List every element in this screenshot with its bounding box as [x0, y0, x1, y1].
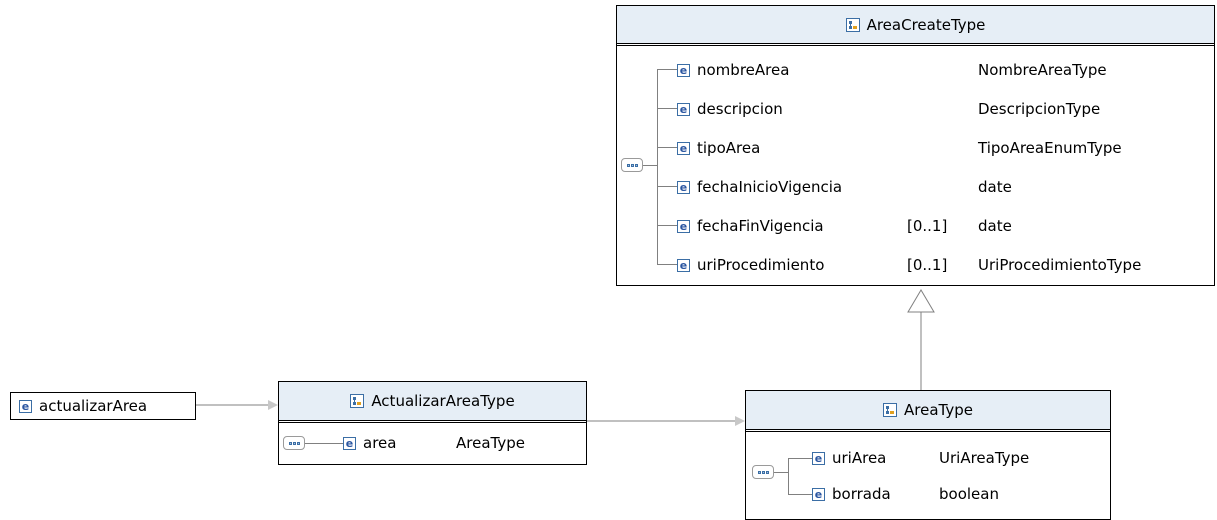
tree-line [643, 165, 657, 166]
element-icon: e [677, 180, 690, 194]
element-icon: e [19, 399, 32, 413]
sequence-compositor-icon[interactable] [621, 158, 643, 172]
sequence-compositor-icon[interactable] [283, 436, 305, 450]
tree-branch [657, 69, 677, 70]
element-row[interactable]: e area [343, 433, 396, 453]
element-type: date [978, 178, 1012, 196]
element-type: UriProcedimientoType [978, 256, 1142, 274]
element-icon: e [677, 219, 690, 233]
actualizar-area-type-header[interactable]: ActualizarAreaType [279, 382, 586, 420]
area-create-type-title: AreaCreateType [866, 15, 986, 34]
element-row[interactable]: e uriArea [812, 448, 886, 468]
element-icon: e [677, 258, 690, 272]
element-row[interactable]: e uriProcedimiento [677, 255, 824, 275]
area-type-box[interactable]: AreaType e uriArea UriAreaType e borrada… [745, 390, 1111, 520]
sequence-compositor-icon[interactable] [752, 465, 774, 479]
header-divider [617, 43, 1214, 46]
tree-branch [657, 264, 677, 265]
element-row[interactable]: e borrada [812, 484, 891, 504]
element-type: NombreAreaType [978, 61, 1107, 79]
actualizar-area-type-title: ActualizarAreaType [371, 392, 515, 410]
element-row[interactable]: e descripcion [677, 99, 783, 119]
root-element-name: actualizarArea [39, 397, 148, 415]
element-name: borrada [832, 485, 891, 503]
area-type-header[interactable]: AreaType [746, 391, 1110, 429]
element-row[interactable]: e fechaFinVigencia [677, 216, 824, 236]
actualizar-area-type-box[interactable]: ActualizarAreaType e area AreaType [278, 381, 587, 465]
element-name: fechaFinVigencia [697, 217, 824, 235]
element-name: fechaInicioVigencia [697, 178, 843, 196]
tree-trunk [657, 69, 658, 265]
element-name: area [363, 434, 397, 452]
tree-branch [657, 147, 677, 148]
arrowhead-areatype [735, 416, 745, 426]
complex-type-icon [350, 394, 365, 408]
tree-branch [788, 458, 812, 459]
element-type: date [978, 217, 1012, 235]
tree-branch [657, 186, 677, 187]
element-icon: e [677, 141, 690, 155]
element-row[interactable]: e tipoArea [677, 138, 760, 158]
header-divider [746, 429, 1110, 432]
arrowhead-root [268, 400, 278, 410]
element-type: DescripcionType [978, 100, 1101, 118]
tree-trunk [788, 458, 789, 495]
element-row[interactable]: e nombreArea [677, 60, 789, 80]
element-icon: e [677, 63, 690, 77]
tree-line [774, 472, 788, 473]
element-name: uriArea [832, 449, 887, 467]
area-type-title: AreaType [904, 401, 973, 419]
element-icon: e [812, 487, 825, 501]
element-type: AreaType [456, 434, 525, 452]
element-icon: e [812, 451, 825, 465]
element-name: nombreArea [697, 61, 790, 79]
area-create-type-box[interactable]: AreaCreateType e nombreArea NombreAreaTy… [616, 5, 1215, 286]
tree-branch [657, 225, 677, 226]
element-icon: e [677, 102, 690, 116]
complex-type-icon [883, 403, 897, 417]
element-type: TipoAreaEnumType [978, 139, 1122, 157]
header-divider [279, 420, 586, 423]
element-cardinality: [0..1] [907, 256, 948, 274]
tree-branch [788, 494, 812, 495]
element-name: uriProcedimiento [697, 256, 825, 274]
element-cardinality: [0..1] [907, 217, 948, 235]
element-type: boolean [939, 485, 999, 503]
inheritance-arrow [907, 289, 935, 313]
element-icon: e [343, 436, 356, 450]
element-row[interactable]: e fechaInicioVigencia [677, 177, 842, 197]
element-name: descripcion [697, 100, 783, 118]
element-name: tipoArea [697, 139, 761, 157]
element-type: UriAreaType [939, 449, 1030, 467]
tree-line [305, 443, 343, 444]
actualizar-area-element[interactable]: e actualizarArea [10, 392, 196, 420]
complex-type-icon [845, 17, 860, 32]
tree-branch [657, 108, 677, 109]
area-create-type-header[interactable]: AreaCreateType [617, 6, 1214, 43]
